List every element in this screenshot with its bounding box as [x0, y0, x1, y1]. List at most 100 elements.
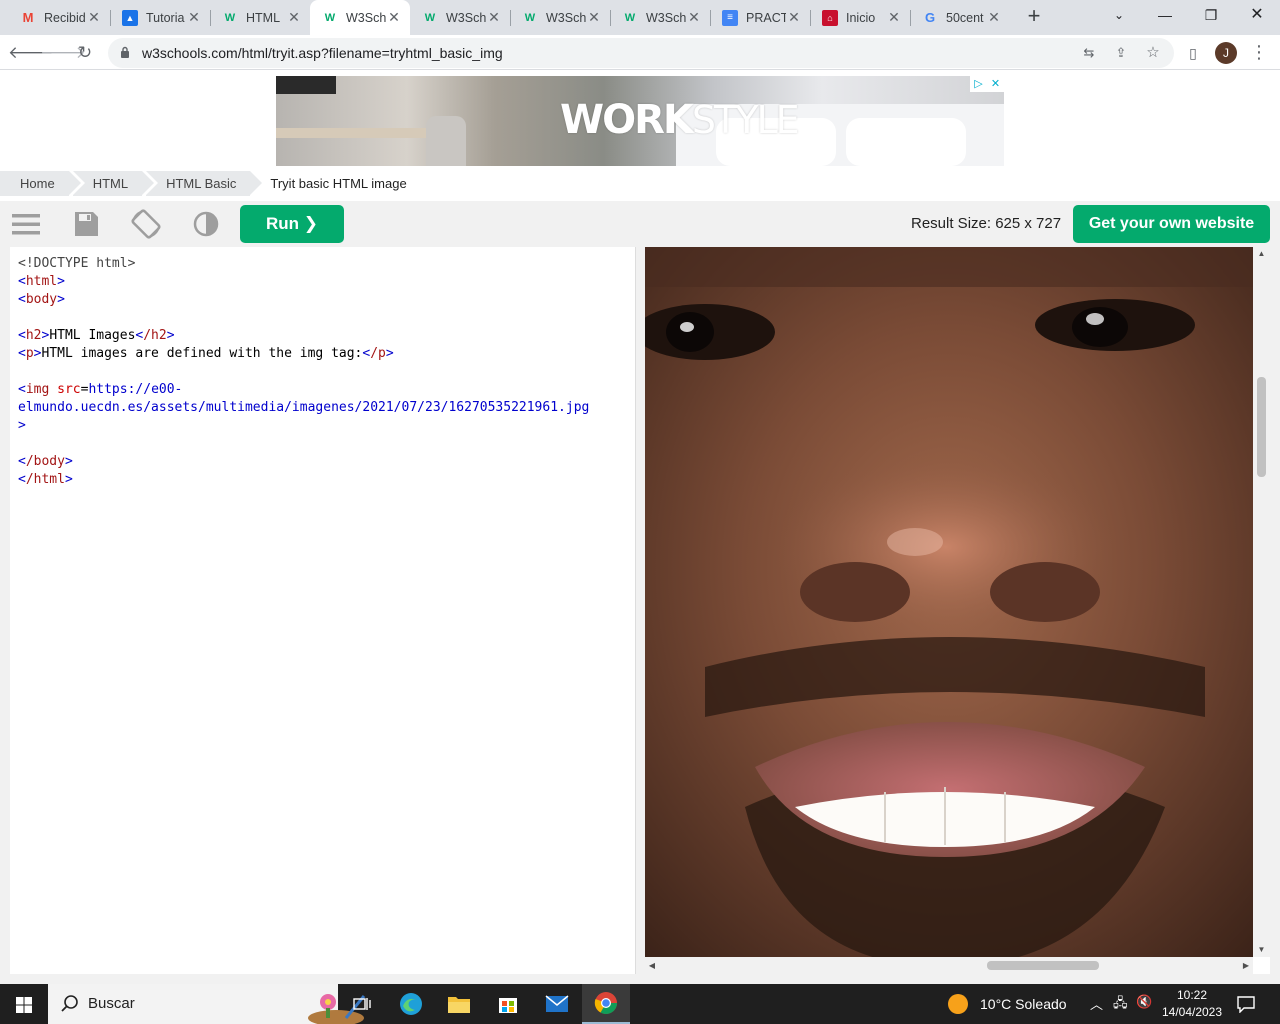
close-icon[interactable]: ✕: [786, 9, 802, 26]
search-icon: [61, 995, 78, 1012]
close-icon[interactable]: ✕: [886, 9, 902, 26]
bookmark-star-icon[interactable]: ☆: [1144, 44, 1162, 62]
ad-choices[interactable]: ▷ ✕: [970, 76, 1004, 92]
menu-hamburger-icon[interactable]: [10, 208, 42, 240]
task-view-icon[interactable]: [338, 984, 386, 1024]
tab-w3schools-active[interactable]: W W3Sch ✕: [310, 0, 410, 35]
avatar[interactable]: J: [1215, 42, 1237, 64]
scroll-up-icon[interactable]: ▲: [1253, 247, 1270, 261]
code-line: <img src=https://e00-: [18, 382, 183, 397]
address-bar[interactable]: w3schools.com/html/tryit.asp?filename=tr…: [108, 38, 1174, 68]
code-line: <!DOCTYPE html>: [18, 256, 136, 271]
code-line: <html>: [18, 274, 65, 289]
result-frame[interactable]: ▲ ▼ ◀ ▶: [645, 247, 1270, 974]
reload-button[interactable]: ↻: [72, 40, 98, 66]
tab-google-docs[interactable]: ≡ PRACT ✕: [710, 0, 810, 35]
tab-html[interactable]: W HTML ✕: [210, 0, 310, 35]
w3schools-icon: W: [324, 11, 336, 24]
tab-w3schools[interactable]: W W3Sch ✕: [510, 0, 610, 35]
tryit-workarea: <!DOCTYPE html> <html> <body> <h2>HTML I…: [0, 247, 1280, 984]
tab-classroom[interactable]: ▲ Tutoria ✕: [110, 0, 210, 35]
taskbar-search[interactable]: Buscar: [48, 984, 366, 1024]
save-icon[interactable]: [70, 208, 102, 240]
horizontal-scrollbar[interactable]: ◀ ▶: [645, 957, 1253, 974]
tab-title: Inicio: [846, 10, 876, 25]
scroll-thumb[interactable]: [987, 961, 1099, 970]
translate-icon[interactable]: ⇆: [1080, 44, 1098, 62]
adchoices-icon[interactable]: ▷: [970, 76, 987, 92]
weather-widget[interactable]: 10°C Soleado: [948, 994, 1067, 1014]
close-icon[interactable]: ✕: [386, 9, 402, 26]
notification-icon[interactable]: [1236, 995, 1256, 1013]
back-button[interactable]: 🡐: [8, 40, 54, 66]
google-docs-icon: ≡: [722, 9, 738, 26]
w3schools-icon: W: [424, 11, 436, 24]
close-icon[interactable]: ✕: [186, 9, 202, 26]
rotate-layout-icon[interactable]: [130, 208, 162, 240]
minimize-button[interactable]: —: [1142, 0, 1188, 30]
breadcrumb-html[interactable]: HTML: [72, 171, 155, 196]
close-icon[interactable]: ✕: [586, 9, 602, 26]
theme-contrast-icon[interactable]: [190, 208, 222, 240]
gmail-icon: M: [22, 10, 34, 25]
system-clock[interactable]: 10:22 14/04/2023: [1160, 987, 1224, 1021]
mail-icon[interactable]: [533, 984, 581, 1024]
side-panel-icon[interactable]: ▯: [1180, 40, 1206, 66]
volume-muted-icon[interactable]: 🔇: [1136, 994, 1152, 1010]
search-label: Buscar: [88, 995, 135, 1012]
vertical-scrollbar[interactable]: ▲ ▼: [1253, 247, 1270, 957]
tab-w3schools[interactable]: W W3Sch ✕: [410, 0, 510, 35]
tab-title: Recibid: [44, 10, 86, 25]
new-tab-button[interactable]: +: [1022, 5, 1046, 29]
close-icon[interactable]: ✕: [986, 9, 1002, 26]
file-explorer-icon[interactable]: [435, 984, 483, 1024]
menu-kebab-icon[interactable]: ⋮: [1249, 41, 1269, 65]
sunny-icon: [948, 994, 968, 1014]
tab-search-button[interactable]: ⌄: [1096, 0, 1142, 30]
browser-tab-strip: M Recibid ✕ ▲ Tutoria ✕ W HTML ✕ W W3Sch…: [0, 0, 1280, 35]
close-icon[interactable]: ✕: [86, 9, 102, 26]
ad-logo: WORKSTYLE: [560, 97, 800, 143]
network-icon[interactable]: 🖧: [1113, 994, 1128, 1016]
breadcrumb-home[interactable]: Home: [0, 171, 81, 196]
tab-google[interactable]: G 50cent ✕: [910, 0, 1010, 35]
close-icon[interactable]: ✕: [686, 9, 702, 26]
edge-icon[interactable]: [387, 984, 435, 1024]
code-editor[interactable]: <!DOCTYPE html> <html> <body> <h2>HTML I…: [10, 247, 636, 974]
scroll-thumb[interactable]: [1257, 377, 1266, 477]
ad-tv-decor: [276, 76, 336, 94]
tab-w3schools[interactable]: W W3Sch ✕: [610, 0, 710, 35]
tab-title: W3Sch: [446, 10, 486, 25]
scroll-left-icon[interactable]: ◀: [645, 957, 659, 974]
ad-banner[interactable]: WORKSTYLE ▷ ✕: [276, 76, 1004, 166]
w3schools-icon: W: [224, 11, 236, 24]
show-hidden-icons-icon[interactable]: ︿: [1090, 994, 1103, 1013]
chrome-icon[interactable]: [582, 984, 630, 1024]
get-your-own-website-button[interactable]: Get your own website: [1073, 205, 1270, 243]
microsoft-store-icon[interactable]: [484, 984, 532, 1024]
tab-school-portal[interactable]: ⌂ Inicio ✕: [810, 0, 910, 35]
lock-icon: [121, 46, 129, 58]
classroom-icon: ▲: [122, 9, 138, 26]
close-window-button[interactable]: ✕: [1234, 0, 1280, 30]
forward-button[interactable]: 🡒: [40, 40, 86, 66]
tab-gmail[interactable]: M Recibid ✕: [8, 0, 110, 35]
close-icon[interactable]: ✕: [486, 9, 502, 26]
close-icon[interactable]: ✕: [286, 9, 302, 26]
tab-title: 50cent: [946, 10, 984, 25]
run-button[interactable]: Run ❯: [240, 205, 344, 243]
tab-title: Tutoria: [146, 10, 185, 25]
google-icon: G: [924, 10, 936, 25]
scroll-right-icon[interactable]: ▶: [1239, 957, 1253, 974]
scroll-down-icon[interactable]: ▼: [1253, 943, 1270, 957]
breadcrumb-current: Tryit basic HTML image: [270, 176, 407, 191]
close-ad-icon[interactable]: ✕: [987, 76, 1004, 92]
code-line: </html>: [18, 472, 73, 487]
share-icon[interactable]: ⇪: [1112, 44, 1130, 62]
restore-button[interactable]: ❐: [1188, 0, 1234, 30]
code-line: <h2>HTML Images</h2>: [18, 328, 175, 343]
tryit-toolbar: Run ❯ Result Size: 625 x 727 Get your ow…: [0, 201, 1280, 247]
breadcrumb-html-basic[interactable]: HTML Basic: [146, 171, 263, 196]
windows-start-icon[interactable]: [16, 997, 32, 1013]
